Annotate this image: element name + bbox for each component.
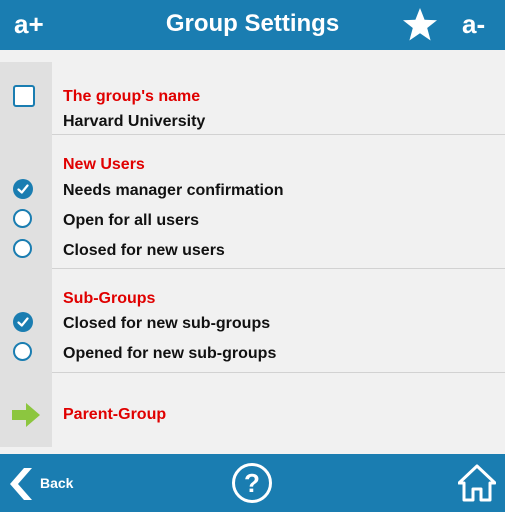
back-label: Back (40, 475, 74, 491)
top-bar: a+ Group Settings a- (0, 0, 505, 50)
sub-groups-option-2[interactable]: Opened for new sub-groups (63, 344, 276, 364)
group-name-checkbox[interactable] (13, 85, 35, 107)
new-users-option-3[interactable]: Closed for new users (63, 241, 225, 261)
group-name-heading: The group's name (63, 88, 201, 105)
star-icon[interactable] (402, 7, 438, 43)
arrow-right-icon (12, 403, 40, 427)
sub-groups-option-1-radio-checked[interactable] (13, 312, 33, 332)
parent-group-link[interactable]: Parent-Group (63, 405, 166, 425)
sub-groups-option-2-radio[interactable] (13, 342, 32, 361)
checkmark-icon (17, 317, 29, 327)
new-users-option-2[interactable]: Open for all users (63, 211, 199, 231)
new-users-option-1-radio-checked[interactable] (13, 179, 33, 199)
divider (52, 268, 505, 269)
chevron-left-icon (10, 468, 32, 500)
settings-content: The group's name Harvard University New … (0, 50, 505, 454)
checkmark-icon (17, 184, 29, 194)
bottom-bar: Back ? (0, 454, 505, 512)
new-users-heading: New Users (63, 156, 145, 173)
divider (52, 372, 505, 373)
help-button[interactable]: ? (232, 463, 272, 503)
new-users-option-1[interactable]: Needs manager confirmation (63, 181, 284, 201)
new-users-option-2-radio[interactable] (13, 209, 32, 228)
sub-groups-option-1[interactable]: Closed for new sub-groups (63, 314, 270, 334)
sub-groups-heading: Sub-Groups (63, 290, 156, 307)
group-name-value[interactable]: Harvard University (63, 112, 205, 132)
decrease-font-button[interactable]: a- (462, 9, 485, 39)
new-users-option-3-radio[interactable] (13, 239, 32, 258)
home-icon[interactable] (458, 464, 496, 502)
divider (52, 134, 505, 135)
back-button[interactable]: Back (8, 468, 78, 500)
